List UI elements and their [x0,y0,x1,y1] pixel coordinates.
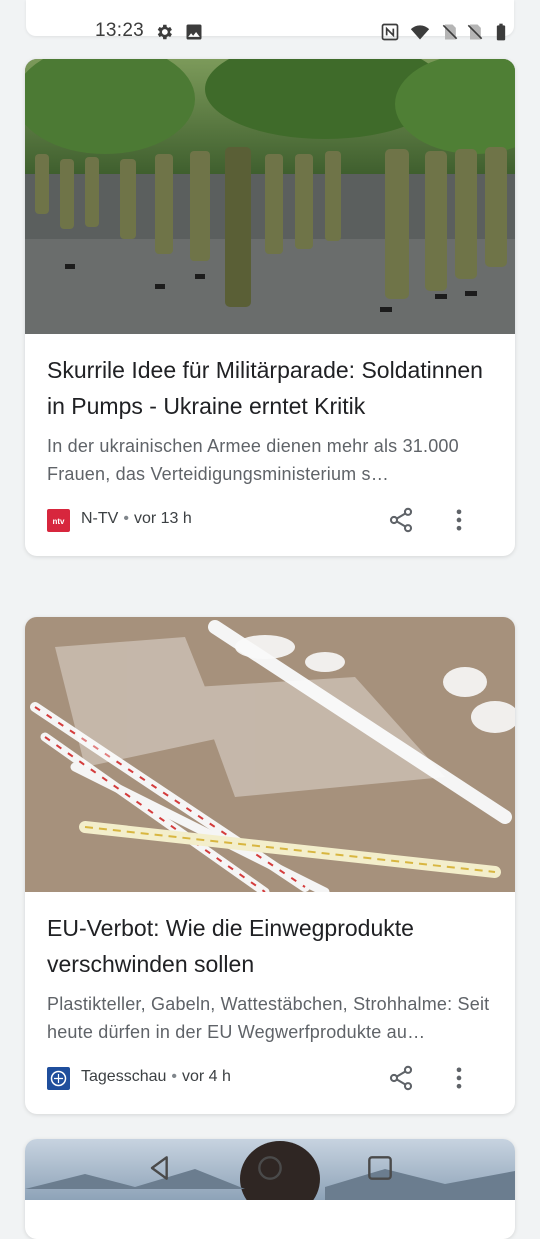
svg-text:ntv: ntv [53,517,66,526]
more-options-icon[interactable] [445,506,473,534]
wifi-icon [410,25,430,40]
navigation-bar [0,1138,540,1200]
article-snippet[interactable]: In der ukrainischen Armee dienen mehr al… [47,432,493,488]
back-icon[interactable] [144,1152,176,1184]
share-icon[interactable] [387,506,415,534]
article-snippet[interactable]: Plastikteller, Gabeln, Wattestäbchen, St… [47,990,493,1046]
gear-icon [157,24,172,40]
article-image[interactable] [25,59,515,334]
article-time: vor 13 h [133,510,192,527]
article-source: N-TV [81,510,119,527]
nfc-icon [381,23,399,41]
share-icon[interactable] [387,1064,415,1092]
article-headline[interactable]: Skurrile Idee für Militärparade: Soldati… [47,352,493,424]
no-sim-icon [442,24,458,40]
recents-icon[interactable] [364,1152,396,1184]
more-options-icon[interactable] [445,1064,473,1092]
ntv-logo-icon: ntv [47,509,70,532]
separator-dot: • [123,510,129,527]
image-icon [186,24,202,40]
article-meta: ntv N-TV • vor 13 h [47,496,493,556]
no-sim-icon [467,24,483,40]
status-bar: 13:23 [0,0,540,64]
article-headline[interactable]: EU-Verbot: Wie die Einwegprodukte versch… [47,910,493,982]
battery-icon [496,23,506,41]
article-meta: Tagesschau • vor 4 h [47,1054,493,1114]
separator-dot: • [171,1068,177,1085]
article-card[interactable]: EU-Verbot: Wie die Einwegprodukte versch… [25,617,515,1114]
article-source: Tagesschau [81,1068,167,1085]
article-image[interactable] [25,617,515,892]
article-time: vor 4 h [182,1068,231,1085]
home-icon[interactable] [254,1152,286,1184]
article-card[interactable]: Skurrile Idee für Militärparade: Soldati… [25,59,515,556]
status-time: 13:23 [95,20,145,41]
tagesschau-logo-icon [47,1067,70,1090]
article-source-line: N-TV • vor 13 h [81,510,192,528]
article-source-line: Tagesschau • vor 4 h [81,1068,231,1086]
